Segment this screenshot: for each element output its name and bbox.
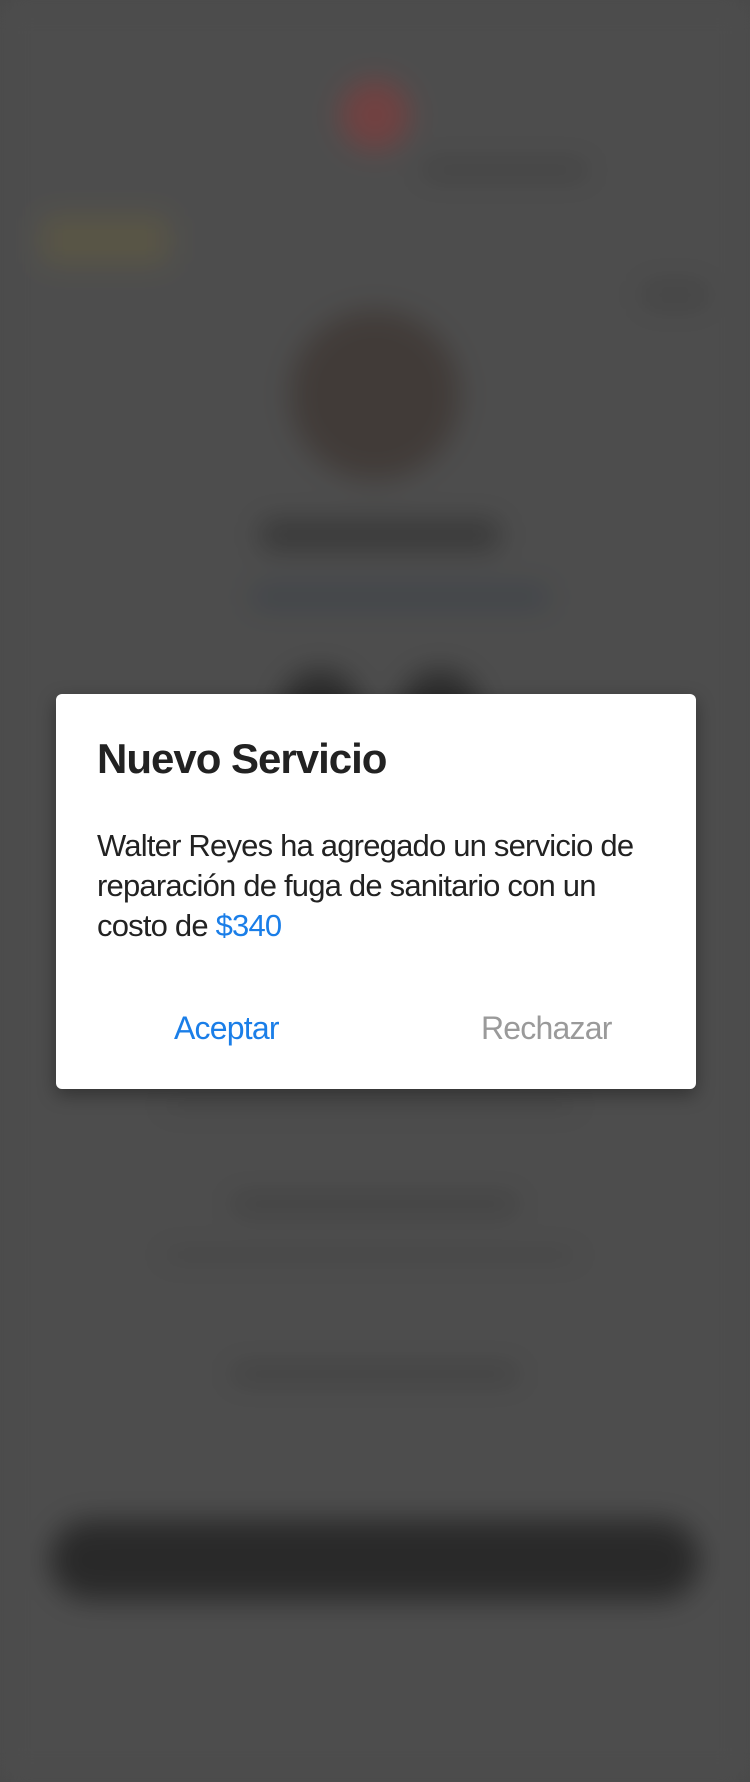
dialog-message-text: Walter Reyes ha agregado un servicio de … <box>97 828 634 943</box>
accept-button[interactable]: Aceptar <box>164 1004 289 1053</box>
dialog-message: Walter Reyes ha agregado un servicio de … <box>97 826 667 946</box>
new-service-dialog: Nuevo Servicio Walter Reyes ha agregado … <box>56 694 696 1089</box>
service-price: $340 <box>215 908 283 943</box>
reject-button[interactable]: Rechazar <box>471 1004 622 1053</box>
dialog-actions: Aceptar Rechazar <box>56 1004 696 1064</box>
dialog-title: Nuevo Servicio <box>97 735 387 782</box>
